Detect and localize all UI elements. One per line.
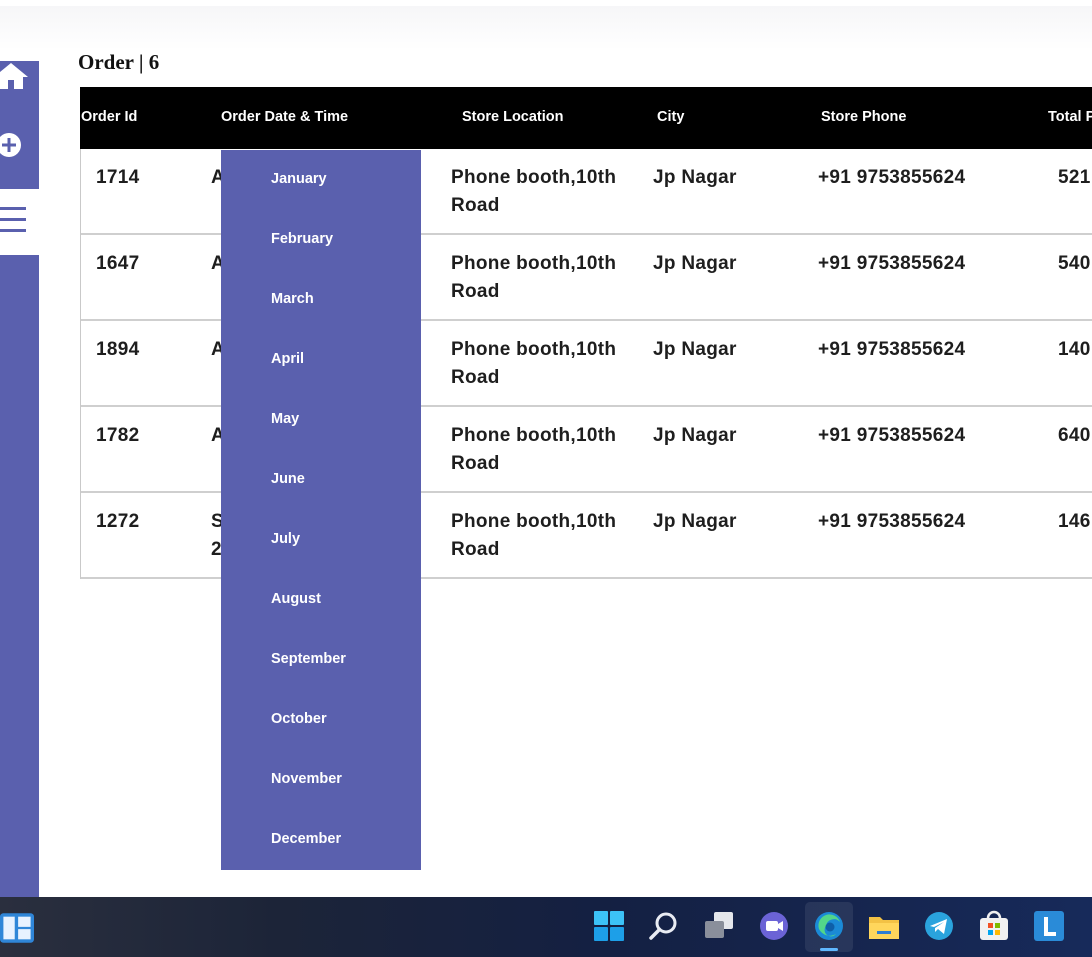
cell-order-id: 1272 (96, 511, 140, 532)
month-option-august[interactable]: August (271, 591, 321, 607)
cell-store-location: Phone booth,10th Road (451, 167, 617, 216)
l-app-icon[interactable] (1032, 909, 1066, 943)
telegram-icon[interactable] (922, 909, 956, 943)
month-option-october[interactable]: October (271, 711, 327, 727)
cell-order-id: 1714 (96, 167, 140, 188)
cell-order-id: 1647 (96, 253, 140, 274)
cell-total: 540 (1058, 253, 1091, 274)
column-header-store-location[interactable]: Store Location (462, 109, 564, 125)
start-icon[interactable] (592, 909, 626, 943)
cell-order-id: 1782 (96, 425, 140, 446)
cell-store-location: Phone booth,10th Road (451, 425, 617, 474)
month-option-december[interactable]: December (271, 831, 341, 847)
cell-city: Jp Nagar (653, 425, 737, 446)
teams-chat-icon[interactable] (757, 909, 791, 943)
store-icon[interactable] (977, 909, 1011, 943)
column-header-city[interactable]: City (657, 109, 684, 125)
cell-store-phone: +91 9753855624 (818, 167, 966, 188)
column-header-order-id[interactable]: Order Id (81, 109, 137, 125)
top-bar (0, 0, 1092, 50)
task-view-icon[interactable] (702, 909, 736, 943)
edge-icon[interactable] (812, 909, 846, 943)
cell-total: 521 (1058, 167, 1091, 188)
column-header-store-phone[interactable]: Store Phone (821, 109, 906, 125)
cell-order-id: 1894 (96, 339, 140, 360)
edge-active-indicator (820, 948, 838, 951)
cell-store-phone: +91 9753855624 (818, 339, 966, 360)
month-option-february[interactable]: February (271, 231, 333, 247)
month-option-september[interactable]: September (271, 651, 346, 667)
file-explorer-icon[interactable] (867, 909, 901, 943)
month-option-january[interactable]: January (271, 171, 327, 187)
month-option-april[interactable]: April (271, 351, 304, 367)
table-header: Order Id Order Date & Time Store Locatio… (80, 87, 1092, 149)
sidebar (0, 61, 39, 897)
month-option-november[interactable]: November (271, 771, 342, 787)
cell-total: 140 (1058, 339, 1091, 360)
month-option-march[interactable]: March (271, 291, 314, 307)
extra-app-icon[interactable] (1084, 909, 1092, 943)
os-taskbar (0, 897, 1092, 957)
cell-store-location: Phone booth,10th Road (451, 339, 617, 388)
add-circle-icon[interactable] (0, 131, 24, 159)
column-header-total[interactable]: Total P (1048, 109, 1092, 125)
cell-store-phone: +91 9753855624 (818, 253, 966, 274)
cell-store-location: Phone booth,10th Road (451, 511, 617, 560)
search-icon[interactable] (647, 909, 681, 943)
month-option-june[interactable]: June (271, 471, 305, 487)
cell-store-phone: +91 9753855624 (818, 511, 966, 532)
cell-city: Jp Nagar (653, 511, 737, 532)
cell-city: Jp Nagar (653, 253, 737, 274)
cell-store-location: Phone booth,10th Road (451, 253, 617, 302)
cell-store-phone: +91 9753855624 (818, 425, 966, 446)
page-title: Order | 6 (78, 50, 160, 74)
home-icon[interactable] (0, 61, 28, 91)
widgets-icon[interactable] (0, 911, 34, 945)
app-window: Order | 6 Order Id Order Date & Time Sto… (0, 0, 1092, 957)
month-option-july[interactable]: July (271, 531, 300, 547)
month-option-may[interactable]: May (271, 411, 299, 427)
cell-total: 146 (1058, 511, 1091, 532)
hamburger-menu-icon (0, 207, 26, 232)
column-header-order-date[interactable]: Order Date & Time (221, 109, 348, 125)
cell-city: Jp Nagar (653, 339, 737, 360)
cell-city: Jp Nagar (653, 167, 737, 188)
month-dropdown: January February March April May June Ju… (221, 150, 421, 870)
menu-toggle[interactable] (0, 189, 39, 255)
cell-total: 640 (1058, 425, 1091, 446)
